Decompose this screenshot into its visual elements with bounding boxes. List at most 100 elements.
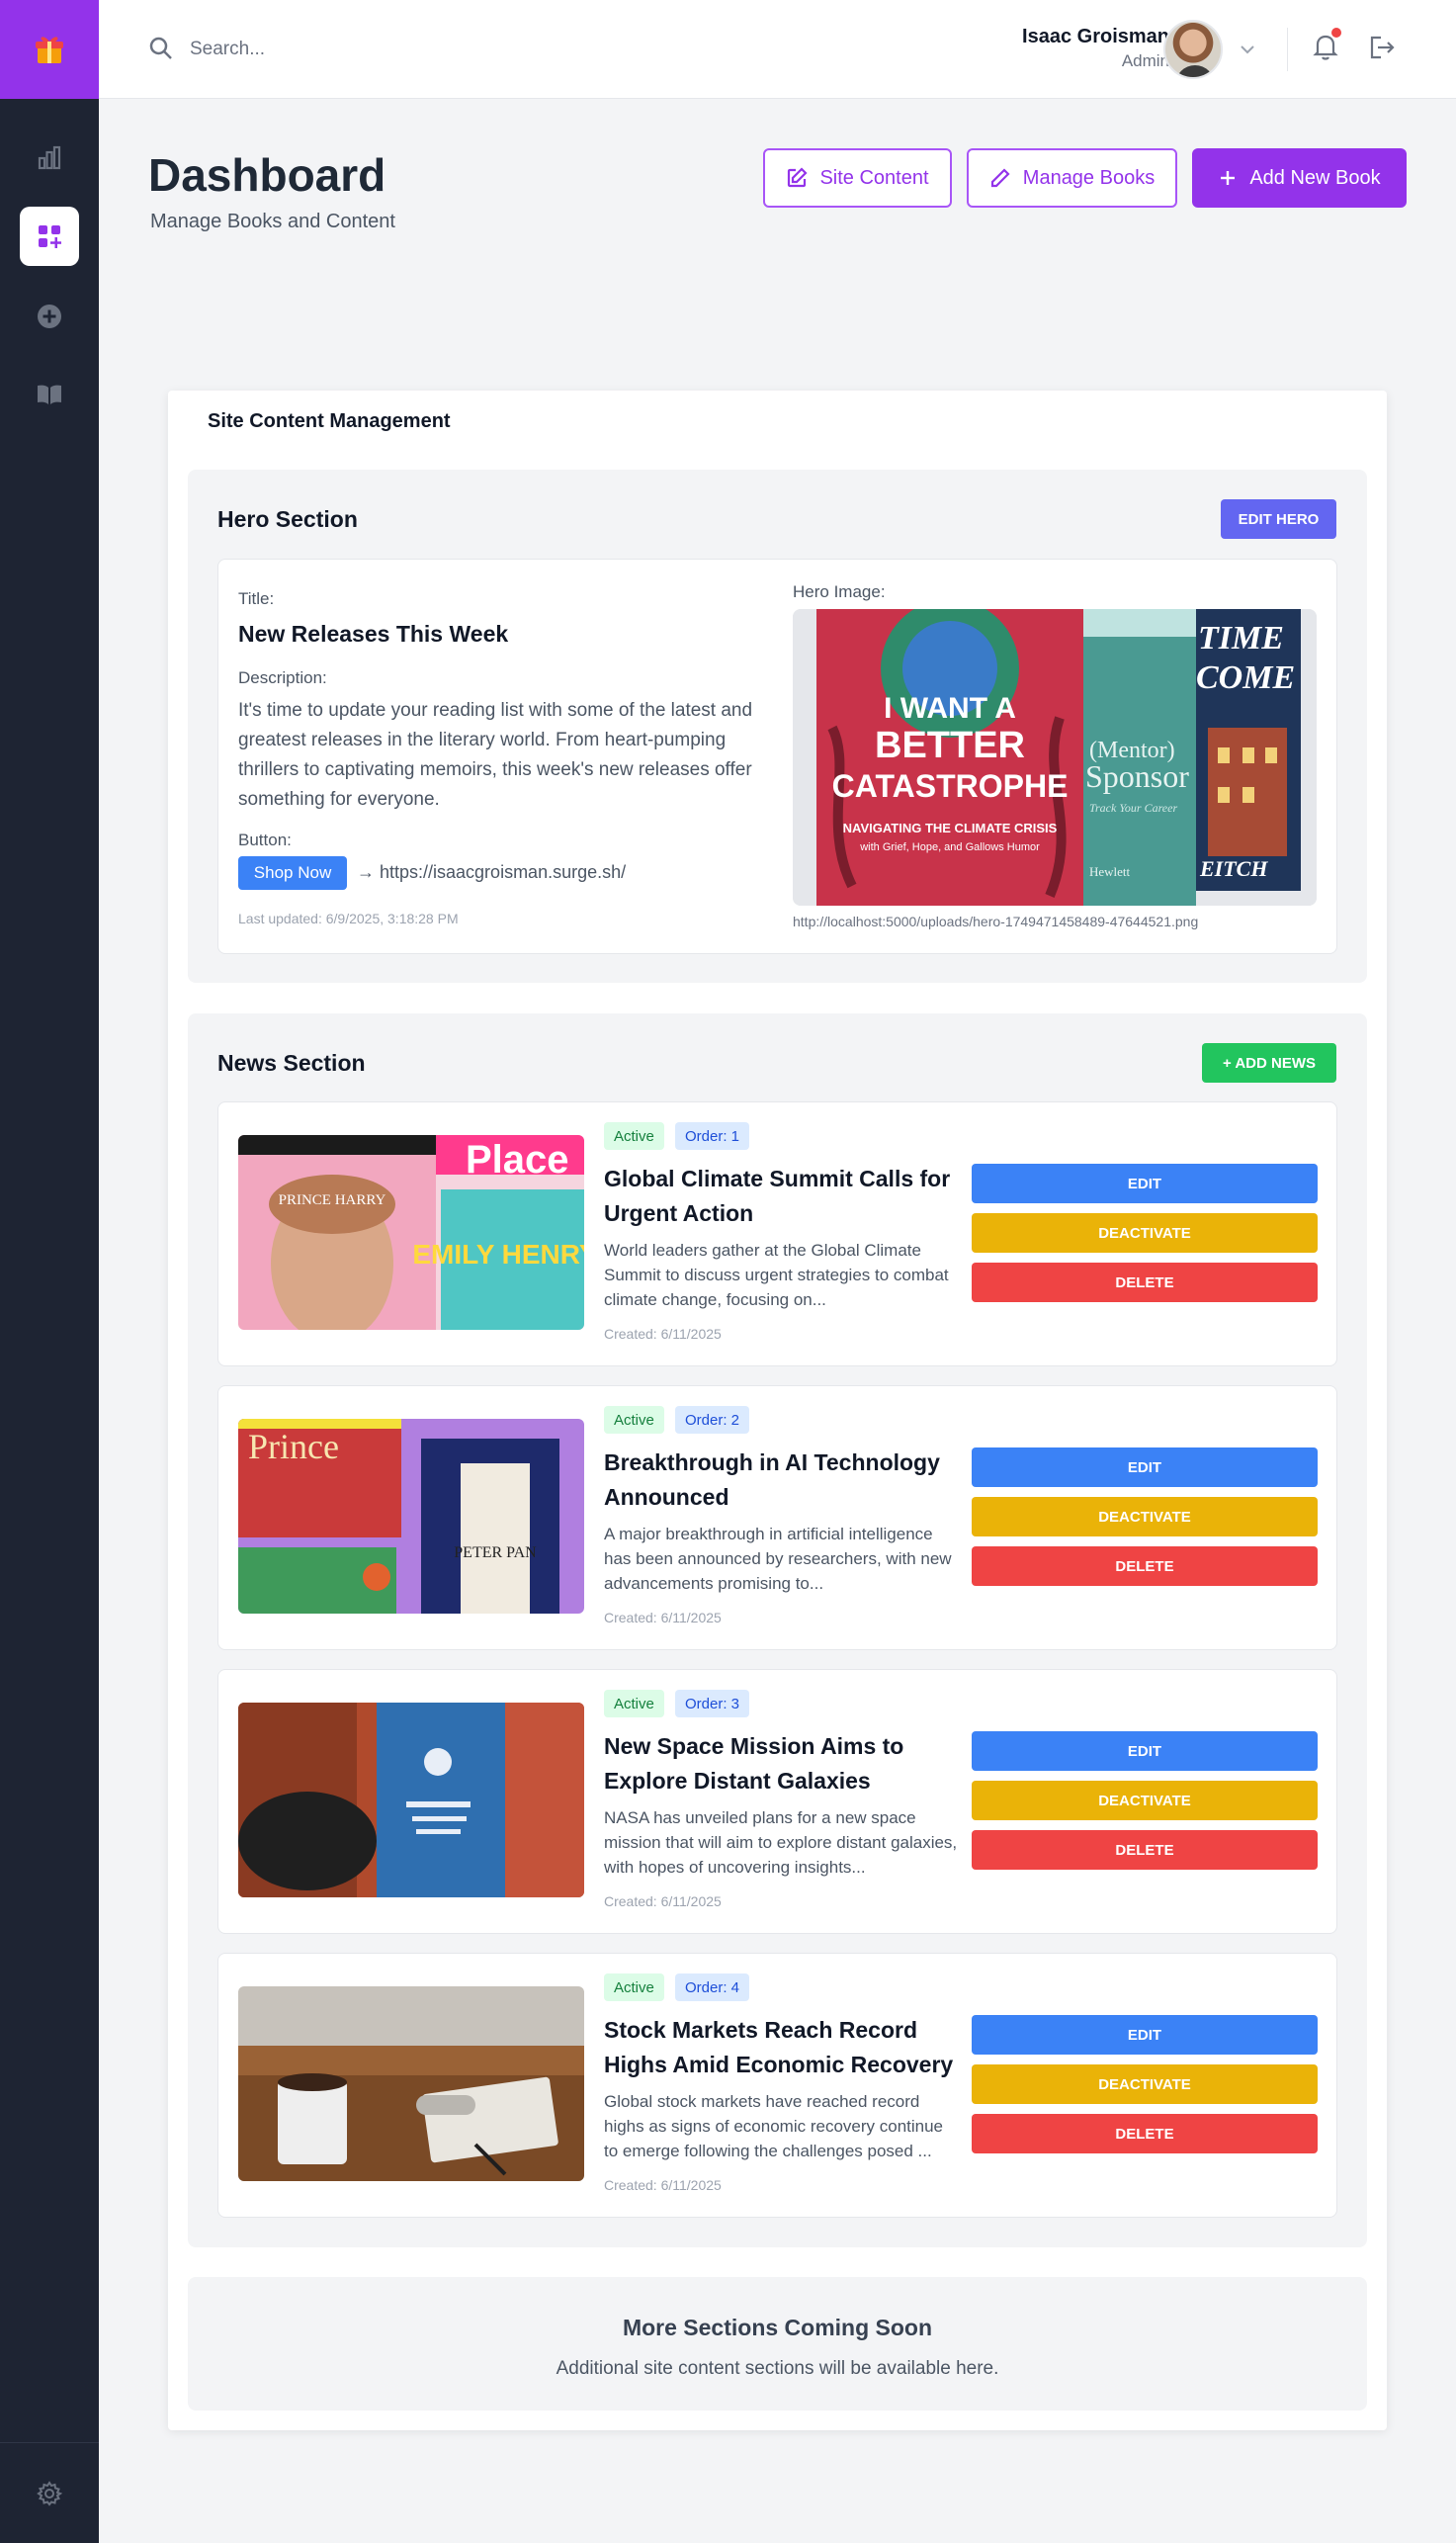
hero-book-1-tagline: with Grief, Hope, and Gallows Humor	[859, 841, 1040, 853]
sidebar-item-add[interactable]	[20, 287, 79, 346]
hero-button-label: Button:	[238, 831, 292, 849]
coming-soon-title: More Sections Coming Soon	[622, 2315, 933, 2340]
hero-section-title: Hero Section	[217, 506, 358, 532]
news-created: Created: 6/11/2025	[604, 2177, 722, 2193]
sidebar-item-books[interactable]	[20, 365, 79, 424]
hero-image-label: Hero Image:	[793, 582, 886, 601]
hero-description: It's time to update your reading list wi…	[238, 700, 753, 810]
page-title: Dashboard	[148, 149, 386, 201]
logout-icon[interactable]	[1367, 34, 1397, 61]
hero-book-3-title-line2: COME	[1196, 659, 1295, 696]
news-description: A major breakthrough in artificial intel…	[604, 1525, 952, 1593]
news-title: New Space Mission Aims to Explore Distan…	[604, 1733, 904, 1794]
news-1-image-text-3: EMILY HENRY	[412, 1239, 584, 1270]
sidebar-settings[interactable]	[20, 2464, 79, 2523]
hero-book-2-subtitle: Track Your Career	[1089, 801, 1177, 815]
order-badge: Order: 1	[675, 1122, 750, 1150]
hero-book-2-title-line2: Sponsor	[1085, 758, 1189, 794]
dashboard-add-icon	[39, 225, 61, 248]
search-icon	[149, 37, 172, 59]
edit-hero-button[interactable]: EDIT HERO	[1221, 499, 1336, 539]
deactivate-news-button[interactable]: DEACTIVATE	[972, 1213, 1318, 1253]
hero-image-path: http://localhost:5000/uploads/hero-17494…	[793, 914, 1199, 929]
hero-book-1-title-line3: CATASTROPHE	[832, 768, 1069, 804]
add-new-book-label: Add New Book	[1249, 166, 1381, 189]
avatar[interactable]	[1163, 20, 1223, 79]
plus-circle-icon	[38, 305, 61, 328]
order-badge: Order: 3	[675, 1690, 750, 1717]
notification-dot	[1331, 28, 1341, 38]
site-content-label: Site Content	[819, 166, 929, 189]
hero-book-1-title-line1: I WANT A	[884, 692, 1016, 725]
order-badge: Order: 4	[675, 1973, 750, 2001]
sidebar-item-analytics[interactable]	[20, 129, 79, 188]
delete-news-button[interactable]: DELETE	[972, 1830, 1318, 1870]
news-image: PRINCE HARRY Place EMILY HENRY	[238, 1135, 584, 1330]
sidebar-divider	[0, 2442, 99, 2443]
bar-chart-icon	[38, 145, 61, 170]
plus-icon	[1221, 171, 1236, 185]
hero-image: I WANT A BETTER CATASTROPHE NAVIGATING T…	[793, 609, 1317, 906]
status-badge: Active	[604, 1406, 664, 1434]
news-image	[238, 1703, 584, 1897]
delete-news-button[interactable]: DELETE	[972, 1263, 1318, 1302]
news-created: Created: 6/11/2025	[604, 1893, 722, 1909]
edit-square-icon	[788, 167, 809, 188]
news-created: Created: 6/11/2025	[604, 1326, 722, 1342]
deactivate-news-button[interactable]: DEACTIVATE	[972, 1781, 1318, 1820]
edit-news-button[interactable]: EDIT	[972, 2015, 1318, 2055]
sidebar	[0, 0, 99, 2543]
hero-book-2-author: Hewlett	[1089, 864, 1131, 879]
sidebar-item-dashboard[interactable]	[20, 207, 79, 266]
add-news-button[interactable]: + ADD NEWS	[1202, 1043, 1336, 1083]
delete-news-button[interactable]: DELETE	[972, 2114, 1318, 2153]
user-name: Isaac Groisman	[1022, 26, 1169, 47]
delete-news-button[interactable]: DELETE	[972, 1546, 1318, 1586]
news-description: World leaders gather at the Global Clima…	[604, 1241, 949, 1309]
search-input[interactable]	[190, 30, 585, 69]
coming-soon-panel: More Sections Coming Soon Additional sit…	[188, 2277, 1367, 2411]
edit-news-button[interactable]: EDIT	[972, 1731, 1318, 1771]
chevron-down-icon[interactable]	[1238, 40, 1257, 59]
hero-book-1-title-line2: BETTER	[875, 725, 1025, 766]
app-logo[interactable]	[0, 0, 99, 99]
order-badge: Order: 2	[675, 1406, 750, 1434]
news-section-title: News Section	[217, 1050, 366, 1076]
hero-book-1-subtitle: NAVIGATING THE CLIMATE CRISIS	[843, 821, 1058, 835]
manage-books-button[interactable]: Manage Books	[967, 148, 1177, 208]
gear-icon	[37, 2481, 62, 2506]
hero-title-label: Title:	[238, 589, 275, 608]
news-item: PRINCE HARRY Place EMILY HENRY Active Or…	[217, 1101, 1337, 1366]
hero-last-updated: Last updated: 6/9/2025, 3:18:28 PM	[238, 911, 459, 926]
deactivate-news-button[interactable]: DEACTIVATE	[972, 2064, 1318, 2104]
hero-book-3-author: EITCH	[1199, 856, 1268, 881]
news-2-image-text-1: Prince	[248, 1427, 339, 1466]
news-title: Stock Markets Reach Record Highs Amid Ec…	[604, 2017, 954, 2077]
news-created: Created: 6/11/2025	[604, 1610, 722, 1625]
edit-news-button[interactable]: EDIT	[972, 1164, 1318, 1203]
book-open-icon	[38, 385, 61, 404]
hero-title: New Releases This Week	[238, 621, 509, 647]
user-role: Admin	[1121, 51, 1169, 70]
news-item: Active Order: 4 Stock Markets Reach Reco…	[217, 1953, 1337, 2218]
deactivate-news-button[interactable]: DEACTIVATE	[972, 1497, 1318, 1536]
news-1-image-text-1: PRINCE HARRY	[279, 1192, 386, 1208]
coming-soon-subtitle: Additional site content sections will be…	[556, 2358, 999, 2379]
news-title: Breakthrough in AI Technology Announced	[604, 1449, 940, 1510]
site-content-card: Site Content Management Hero Section EDI…	[168, 391, 1387, 2430]
site-content-button[interactable]: Site Content	[763, 148, 952, 208]
news-title: Global Climate Summit Calls for Urgent A…	[604, 1166, 951, 1226]
hero-button-link: → https://isaacgroisman.surge.sh/	[357, 862, 627, 882]
edit-news-button[interactable]: EDIT	[972, 1447, 1318, 1487]
hero-book-3-title-line1: TIME	[1198, 620, 1284, 657]
news-section: News Section + ADD NEWS PRINCE HARRY Pla…	[188, 1013, 1367, 2247]
news-description: NASA has unveiled plans for a new space …	[604, 1808, 958, 1877]
news-description: Global stock markets have reached record…	[604, 2092, 944, 2160]
content-title: Site Content Management	[208, 410, 451, 432]
news-1-image-text-2: Place	[466, 1138, 569, 1182]
status-badge: Active	[604, 1973, 664, 2001]
topbar-divider	[1287, 28, 1288, 71]
add-new-book-button[interactable]: Add New Book	[1192, 148, 1407, 208]
news-item: Active Order: 3 New Space Mission Aims t…	[217, 1669, 1337, 1934]
hero-section: Hero Section EDIT HERO Title: New Releas…	[188, 470, 1367, 983]
